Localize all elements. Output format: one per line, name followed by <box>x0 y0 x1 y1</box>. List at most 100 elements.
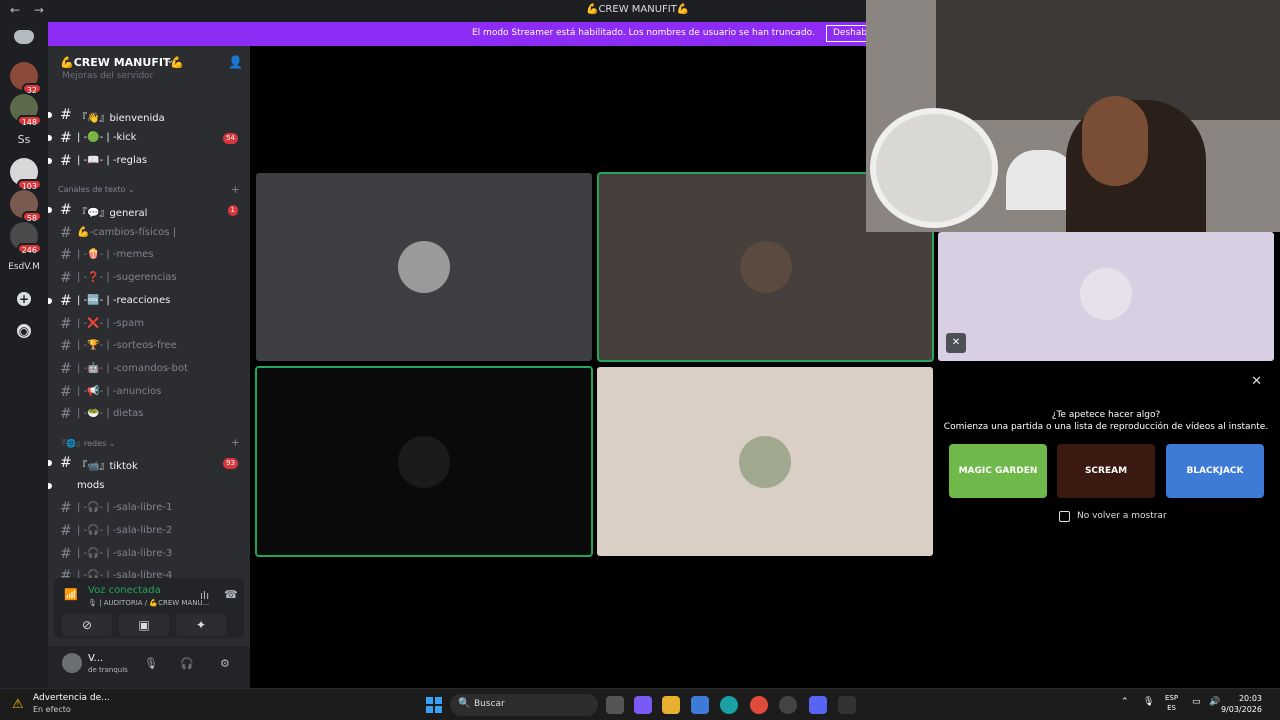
microphone-icon[interactable]: 🎙 <box>144 657 158 670</box>
avatar[interactable] <box>62 653 82 673</box>
volume-icon[interactable]: 🔊 <box>1209 697 1220 707</box>
network-icon[interactable]: ▭ <box>1192 697 1201 707</box>
channel-anuncios[interactable]: # | -📢- | -anuncios <box>48 381 250 403</box>
server-boost-row[interactable]: Mejoras del servidor <box>62 71 153 81</box>
server-icon[interactable]: 148 <box>10 94 42 127</box>
channel-spam[interactable]: # | -❌- | -spam <box>48 313 250 335</box>
dont-show-checkbox[interactable] <box>1059 511 1070 522</box>
category-text-channels[interactable]: Canales de texto ⌄ + <box>58 183 240 199</box>
steam-icon[interactable] <box>779 696 797 714</box>
language-indicator[interactable]: ESP ES <box>1165 693 1178 713</box>
signal-icon[interactable]: 📶 <box>64 588 78 601</box>
participant-tile[interactable] <box>597 367 933 556</box>
channel-mods[interactable]: mods <box>48 475 250 497</box>
gear-icon[interactable]: ⚙ <box>220 657 230 670</box>
copilot-icon[interactable] <box>634 696 652 714</box>
server-icon[interactable]: 246 <box>10 222 42 255</box>
date: 9/03/2026 <box>1220 705 1262 714</box>
channel-dietas[interactable]: # | -🥗- | dietas <box>48 403 250 425</box>
hash-icon: # <box>60 361 72 377</box>
server-icon[interactable]: 58 <box>10 190 42 223</box>
channel-bienvenida[interactable]: # 『👋』bienvenida <box>48 104 250 126</box>
windows-start-icon[interactable] <box>426 697 442 713</box>
noise-suppression-icon[interactable]: ılı <box>200 589 209 602</box>
channel-label: 『💬』general <box>77 208 148 219</box>
lang-bottom: ES <box>1167 704 1176 712</box>
game-scream[interactable]: SCREAM <box>1057 444 1155 498</box>
voice-status[interactable]: Voz conectada <box>88 585 161 596</box>
task-view-icon[interactable] <box>606 696 624 714</box>
channel-label: | -🏆- | -sorteos-free <box>77 340 177 351</box>
game-blackjack[interactable]: BLACKJACK <box>1166 444 1264 498</box>
muted-icon: ✕ <box>946 333 966 353</box>
channel-sorteos[interactable]: # | -🏆- | -sorteos-free <box>48 335 250 357</box>
server-icon[interactable]: 32 <box>10 62 42 95</box>
back-icon[interactable]: ← <box>10 3 20 17</box>
channel-label: mods <box>77 480 105 491</box>
participant-tile[interactable] <box>255 366 593 557</box>
game-magic-garden[interactable]: MAGIC GARDEN <box>949 444 1047 498</box>
mic-tray-icon[interactable]: 🎙 <box>1143 697 1154 707</box>
participant-tile[interactable]: ✕ <box>938 232 1274 361</box>
discord-home-icon[interactable] <box>14 30 34 44</box>
chrome-icon[interactable] <box>750 696 768 714</box>
channel-memes[interactable]: # | -🍿- | -memes <box>48 244 250 266</box>
server-icon[interactable]: 103 <box>10 158 42 191</box>
channel-kick[interactable]: # | -🟢- | -kick 54 <box>48 127 250 149</box>
voice-channel-sala-1[interactable]: # | -🎧- | -sala-libre-1 <box>48 497 250 519</box>
epic-games-icon[interactable] <box>838 696 856 714</box>
channel-label: | -🤖- | -comandos-bot <box>77 363 189 374</box>
edge-icon[interactable] <box>720 696 738 714</box>
hash-icon: # <box>60 247 72 263</box>
server-rail: 32 148 Ss 103 58 246 EsdV.M + ◉ <box>0 22 48 688</box>
server-icon[interactable]: EsdV.M <box>4 262 44 272</box>
weather-title[interactable]: Advertencia de... <box>33 693 110 703</box>
add-server-icon[interactable]: + <box>17 292 31 306</box>
avatar <box>1080 268 1132 320</box>
unread-indicator <box>48 158 52 164</box>
screen-share-button[interactable]: ▣ <box>119 614 169 636</box>
channel-sugerencias[interactable]: # | -❓- | -sugerencias <box>48 267 250 289</box>
hash-icon: # <box>60 316 72 332</box>
user-status: de tranquis <box>88 666 128 674</box>
hash-icon: # <box>60 500 72 516</box>
add-channel-icon[interactable]: + <box>231 183 240 196</box>
invite-icon[interactable]: 👤 <box>228 55 243 69</box>
tray-chevron-icon[interactable]: ⌃ <box>1121 697 1129 707</box>
disconnect-icon[interactable]: ☎ <box>224 588 238 601</box>
voice-channel-sala-3[interactable]: # | -🎧- | -sala-libre-3 <box>48 543 250 565</box>
store-icon[interactable] <box>691 696 709 714</box>
window-title: 💪CREW MANUFIT💪 <box>586 4 690 15</box>
banner-message: El modo Streamer está habilitado. Los no… <box>472 28 815 38</box>
file-explorer-icon[interactable] <box>662 696 680 714</box>
forward-icon[interactable]: → <box>34 3 44 17</box>
add-channel-icon[interactable]: + <box>231 436 240 449</box>
channel-general[interactable]: # 『💬』general 1 <box>48 199 250 221</box>
activities-button[interactable]: ✦ <box>176 614 226 636</box>
unread-indicator <box>48 483 52 489</box>
channel-tiktok[interactable]: # 『📹』tiktok 93 <box>48 452 250 474</box>
headphones-icon[interactable]: 🎧 <box>180 657 194 670</box>
category-label: 『🌐』redes <box>58 439 107 448</box>
discord-icon[interactable] <box>809 696 827 714</box>
unread-indicator <box>48 298 52 304</box>
username[interactable]: V... <box>88 653 103 664</box>
close-icon[interactable]: ✕ <box>1251 374 1262 389</box>
server-icon[interactable]: Ss <box>10 126 38 154</box>
channel-reacciones[interactable]: # | -🆒- | -reacciones <box>48 290 250 312</box>
participant-tile[interactable] <box>256 173 592 361</box>
channel-label: | -🟢- | -kick <box>77 132 137 143</box>
activity-suggestions: ✕ ¿Te apetece hacer algo? Comienza una p… <box>938 368 1274 556</box>
channel-reglas[interactable]: # | -📖- | -reglas <box>48 150 250 172</box>
voice-channel-sala-2[interactable]: # | -🎧- | -sala-libre-2 <box>48 520 250 542</box>
category-redes[interactable]: 『🌐』redes ⌄ + <box>58 436 240 452</box>
mention-badge: 54 <box>223 133 238 144</box>
unread-indicator <box>48 112 52 118</box>
camera-off-button[interactable]: ⊘ <box>62 614 112 636</box>
mention-badge: 148 <box>16 115 42 127</box>
channel-comandos-bot[interactable]: # | -🤖- | -comandos-bot <box>48 358 250 380</box>
discover-icon[interactable]: ◉ <box>17 324 31 338</box>
channel-cambios-fisicos[interactable]: # 💪-cambios-físicos | <box>48 222 250 244</box>
clock[interactable]: 20:03 9/03/2026 <box>1221 693 1262 715</box>
taskbar-search[interactable]: 🔍 Buscar <box>450 694 598 716</box>
